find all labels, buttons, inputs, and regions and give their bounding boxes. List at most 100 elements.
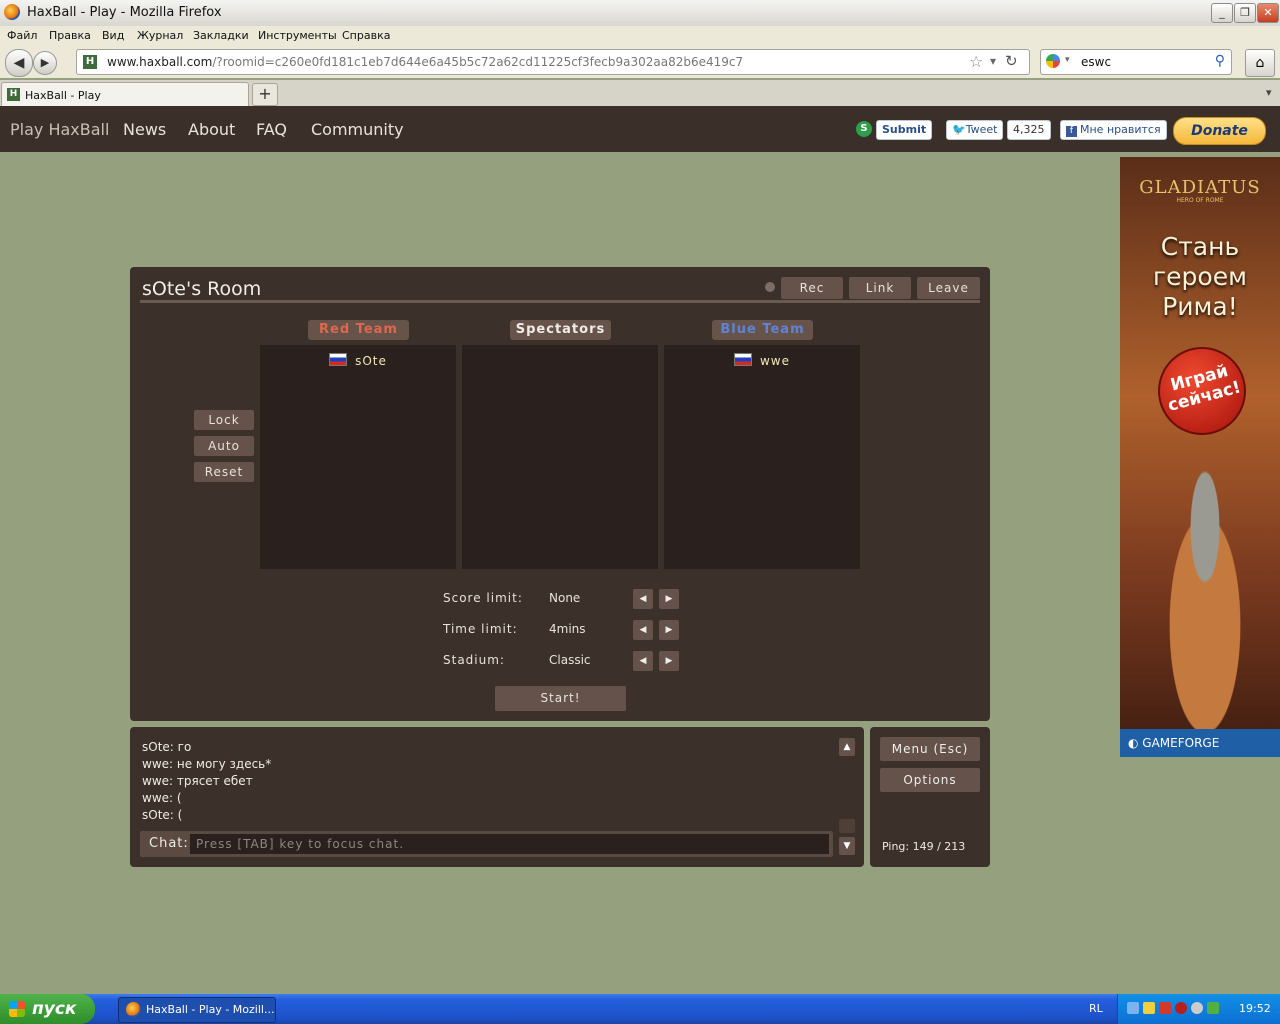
player-name: wwe bbox=[759, 354, 790, 368]
security-alert-icon[interactable] bbox=[1143, 1002, 1155, 1014]
nav-about[interactable]: About bbox=[188, 120, 235, 139]
site-header: Play HaxBall News About FAQ Community S … bbox=[0, 106, 1280, 152]
stadium-increase[interactable]: ▶ bbox=[659, 651, 679, 671]
blue-team-list[interactable]: wwe bbox=[664, 345, 860, 569]
time-limit-increase[interactable]: ▶ bbox=[659, 620, 679, 640]
search-input[interactable]: eswc bbox=[1081, 55, 1111, 69]
chat-input-row: Chat: bbox=[140, 831, 833, 857]
firefox-icon bbox=[126, 1002, 141, 1017]
link-button[interactable]: Link bbox=[849, 277, 911, 299]
score-limit-increase[interactable]: ▶ bbox=[659, 589, 679, 609]
donate-button[interactable]: Donate bbox=[1173, 117, 1266, 145]
close-button[interactable]: ✕ bbox=[1257, 3, 1279, 23]
gameforge-logo-icon: ◐ bbox=[1128, 736, 1143, 750]
recording-indicator bbox=[765, 282, 775, 292]
url-bar[interactable]: H www.haxball.com/?roomid=c260e0fd181c1e… bbox=[76, 49, 1030, 75]
twitter-icon: 🐦 bbox=[952, 123, 966, 136]
rec-button[interactable]: Rec bbox=[781, 277, 843, 299]
red-team-header[interactable]: Red Team bbox=[308, 320, 409, 340]
list-all-tabs-icon[interactable]: ▾ bbox=[1266, 86, 1272, 99]
url-path: /?roomid=c260e0fd181c1eb7d644e6a45b5c72a… bbox=[212, 55, 744, 69]
start-button-os[interactable]: пуск bbox=[0, 994, 95, 1024]
url-text[interactable]: www.haxball.com/?roomid=c260e0fd181c1eb7… bbox=[107, 55, 743, 69]
chat-message: sOte: го bbox=[142, 740, 192, 754]
menu-history[interactable]: Журнал bbox=[137, 29, 183, 42]
auto-button[interactable]: Auto bbox=[194, 436, 254, 456]
menu-bookmarks[interactable]: Закладки bbox=[193, 29, 249, 42]
network-icon[interactable] bbox=[1127, 1002, 1139, 1014]
ad-headline-line: Рима! bbox=[1162, 292, 1238, 321]
nav-news[interactable]: News bbox=[123, 120, 166, 139]
site-identity-icon[interactable]: H bbox=[83, 55, 97, 69]
lock-button[interactable]: Lock bbox=[194, 410, 254, 430]
search-icon[interactable]: ⚲ bbox=[1215, 53, 1225, 69]
spectators-list[interactable] bbox=[462, 345, 658, 569]
engine-dropdown-icon[interactable]: ▾ bbox=[1065, 55, 1070, 65]
url-host: www.haxball.com bbox=[107, 55, 213, 69]
chat-input[interactable] bbox=[190, 834, 829, 854]
window-title: HaxBall - Play - Mozilla Firefox bbox=[27, 5, 222, 20]
gameforge-label: GAMEFORGE bbox=[1142, 736, 1220, 750]
chat-scroll-down[interactable]: ▼ bbox=[839, 837, 855, 855]
options-button[interactable]: Options bbox=[880, 768, 980, 792]
nav-community[interactable]: Community bbox=[311, 120, 404, 139]
forward-button[interactable]: ▶ bbox=[33, 51, 57, 75]
reset-button[interactable]: Reset bbox=[194, 462, 254, 482]
room-title: sOte's Room bbox=[142, 278, 262, 300]
back-button[interactable]: ◀ bbox=[5, 49, 33, 77]
menu-tools[interactable]: Инструменты bbox=[258, 29, 337, 42]
blue-team-header[interactable]: Blue Team bbox=[712, 320, 813, 340]
player-entry[interactable]: wwe bbox=[664, 353, 860, 368]
red-team-list[interactable]: sOte bbox=[260, 345, 456, 569]
menu-view[interactable]: Вид bbox=[102, 29, 124, 42]
google-icon[interactable] bbox=[1046, 54, 1060, 68]
bookmark-star-icon[interactable]: ☆ bbox=[969, 52, 983, 71]
score-limit-label: Score limit: bbox=[443, 591, 523, 605]
tweet-button[interactable]: 🐦Tweet bbox=[946, 120, 1004, 140]
antivirus-icon[interactable] bbox=[1159, 1002, 1171, 1014]
facebook-like-button[interactable]: f Мне нравится bbox=[1060, 120, 1167, 140]
leave-button[interactable]: Leave bbox=[917, 277, 980, 299]
tab-bar: H HaxBall - Play + ▾ bbox=[0, 80, 1280, 107]
menu-edit[interactable]: Правка bbox=[49, 29, 91, 42]
score-limit-value: None bbox=[549, 591, 581, 605]
tab-haxball[interactable]: H HaxBall - Play bbox=[1, 82, 249, 106]
russia-flag-icon bbox=[733, 353, 752, 366]
chat-message: wwe: не могу здесь* bbox=[142, 757, 272, 771]
nav-faq[interactable]: FAQ bbox=[256, 120, 287, 139]
chat-scrollbar-thumb[interactable] bbox=[839, 819, 855, 833]
taskbar-firefox-item[interactable]: HaxBall - Play - Mozill... bbox=[118, 997, 276, 1023]
spectators-header[interactable]: Spectators bbox=[510, 320, 611, 340]
score-limit-decrease[interactable]: ◀ bbox=[633, 589, 653, 609]
window-titlebar[interactable]: HaxBall - Play - Mozilla Firefox _ ❐ ✕ bbox=[0, 0, 1280, 27]
language-indicator[interactable]: RL bbox=[1089, 1002, 1103, 1015]
start-button[interactable]: Start! bbox=[495, 686, 626, 711]
tweet-label: Tweet bbox=[965, 123, 998, 136]
nav-play-haxball[interactable]: Play HaxBall bbox=[10, 120, 109, 139]
chat-panel: sOte: го wwe: не могу здесь* wwe: трясет… bbox=[130, 727, 864, 867]
shield-icon[interactable] bbox=[1175, 1002, 1187, 1014]
reload-icon[interactable]: ↻ bbox=[1005, 52, 1018, 70]
menu-esc-button[interactable]: Menu (Esc) bbox=[880, 737, 980, 761]
minimize-button[interactable]: _ bbox=[1211, 3, 1233, 23]
player-entry[interactable]: sOte bbox=[260, 353, 456, 368]
search-box[interactable]: ▾ eswc ⚲ bbox=[1040, 49, 1232, 75]
home-button[interactable]: ⌂ bbox=[1245, 49, 1275, 77]
update-icon[interactable] bbox=[1207, 1002, 1219, 1014]
stadium-decrease[interactable]: ◀ bbox=[633, 651, 653, 671]
maximize-button[interactable]: ❐ bbox=[1234, 3, 1256, 23]
volume-icon[interactable] bbox=[1191, 1002, 1203, 1014]
time-limit-decrease[interactable]: ◀ bbox=[633, 620, 653, 640]
url-dropdown-icon[interactable]: ▾ bbox=[990, 54, 996, 68]
facebook-icon: f bbox=[1066, 126, 1077, 137]
chat-message: wwe: ( bbox=[142, 791, 182, 805]
chat-scroll-up[interactable]: ▲ bbox=[839, 738, 855, 756]
gladiatus-ad[interactable]: GLADIATUS HERO OF ROME Стань героем Рима… bbox=[1120, 157, 1280, 757]
stumble-submit-button[interactable]: Submit bbox=[876, 120, 933, 140]
menu-file[interactable]: Файл bbox=[7, 29, 37, 42]
ping-readout: Ping: 149 / 213 bbox=[882, 840, 966, 853]
time-limit-label: Time limit: bbox=[443, 622, 518, 636]
new-tab-button[interactable]: + bbox=[252, 83, 278, 106]
stumbleupon-icon[interactable]: S bbox=[856, 121, 872, 137]
menu-help[interactable]: Справка bbox=[342, 29, 390, 42]
